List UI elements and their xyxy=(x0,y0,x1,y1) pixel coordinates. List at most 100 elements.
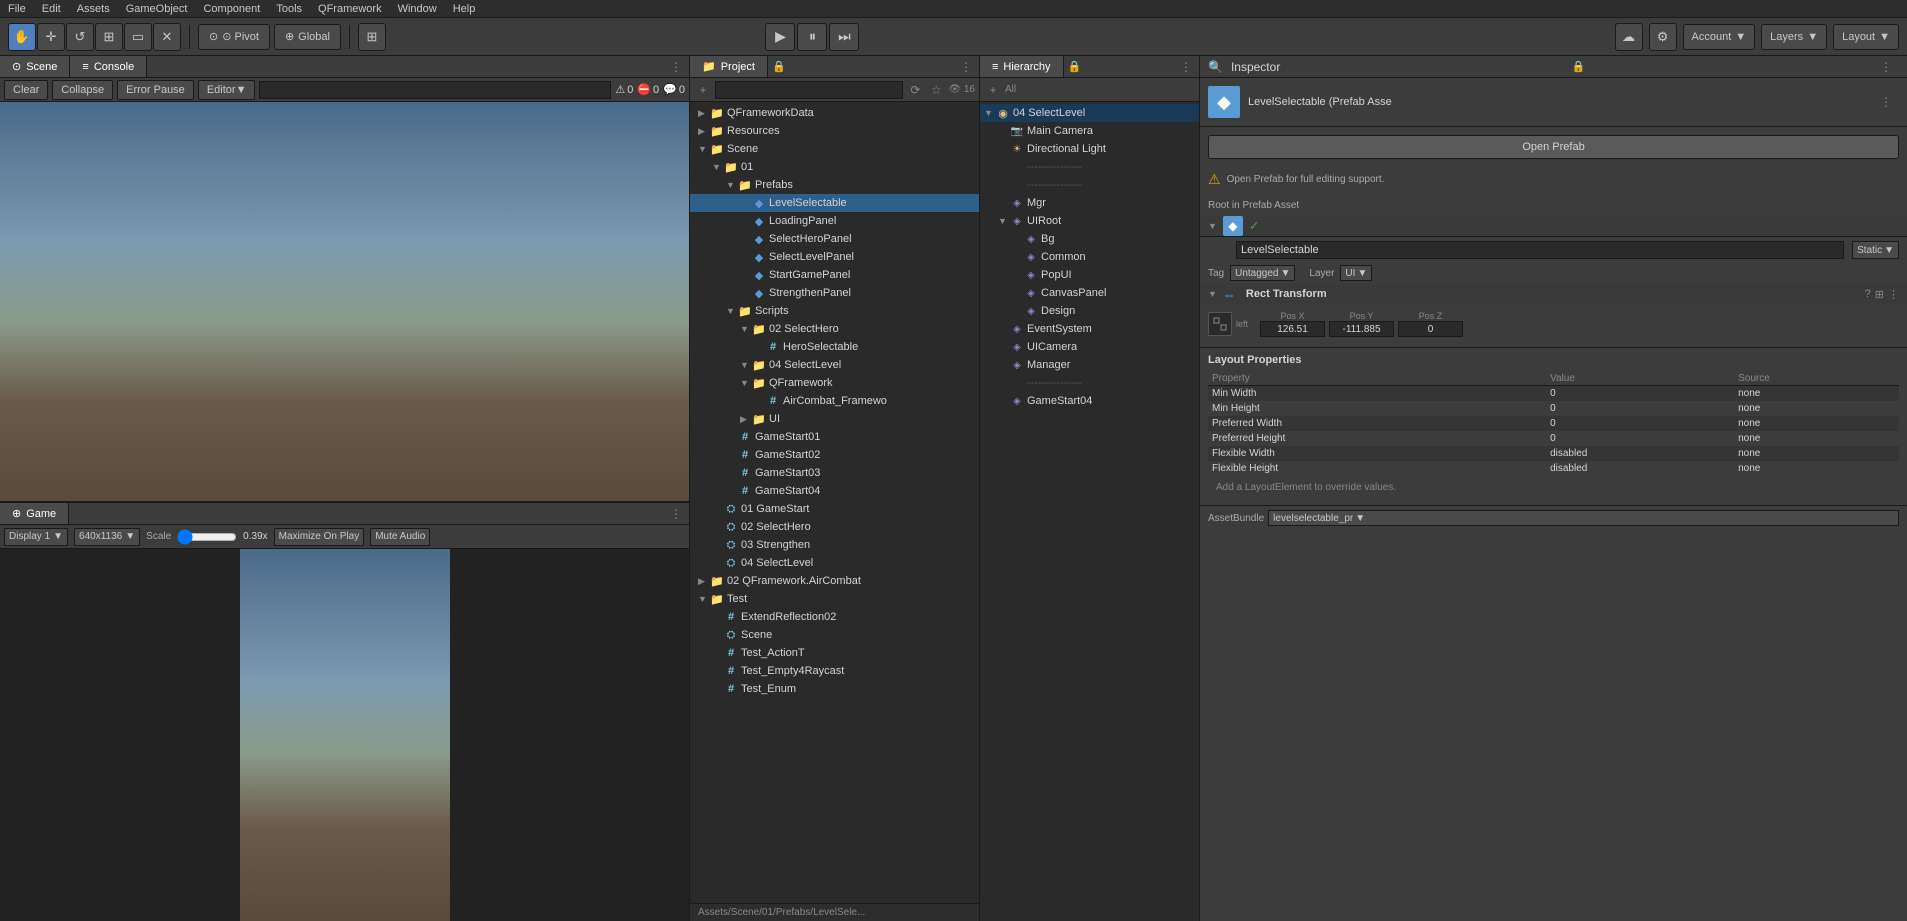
component-header[interactable]: ▼ ◆ ✓ xyxy=(1200,215,1907,237)
hierarchy-item-directionallight[interactable]: ☀Directional Light xyxy=(980,140,1199,158)
rect-menu-icon[interactable]: ⋮ xyxy=(1888,288,1899,301)
hierarchy-tree[interactable]: ▼◉04 SelectLevel📷Main Camera☀Directional… xyxy=(980,102,1199,921)
project-tree-item-03strengthen[interactable]: ⛭03 Strengthen xyxy=(690,536,979,554)
project-tree-item-scene2[interactable]: ⛭Scene xyxy=(690,626,979,644)
hierarchy-item-selectlevel[interactable]: ▼◉04 SelectLevel xyxy=(980,104,1199,122)
menu-qframework[interactable]: QFramework xyxy=(318,3,382,15)
pause-button[interactable]: ⏸ xyxy=(797,23,827,51)
tab-game[interactable]: ⊕ Game xyxy=(0,503,69,524)
hand-tool[interactable]: ✋ xyxy=(8,23,36,51)
hierarchy-item-uicamera[interactable]: ◈UICamera xyxy=(980,338,1199,356)
project-tree-item-prefabs[interactable]: ▼📁Prefabs xyxy=(690,176,979,194)
project-filter-btn[interactable]: ☆ xyxy=(927,81,945,99)
editor-button[interactable]: Editor ▼ xyxy=(198,80,256,100)
project-tree-item-scene[interactable]: ▼📁Scene xyxy=(690,140,979,158)
mute-btn[interactable]: Mute Audio xyxy=(370,528,430,546)
project-tree-item-qframeworkdata[interactable]: ▶📁QFrameworkData xyxy=(690,104,979,122)
open-prefab-button[interactable]: Open Prefab xyxy=(1208,135,1899,159)
object-menu-btn[interactable]: ⋮ xyxy=(1877,93,1895,111)
hierarchy-item-uiroot[interactable]: ▼◈UIRoot xyxy=(980,212,1199,230)
project-tree-item-heroselectable[interactable]: #HeroSelectable xyxy=(690,338,979,356)
rect-tool[interactable]: ▭ xyxy=(124,23,152,51)
menu-gameobject[interactable]: GameObject xyxy=(126,3,188,15)
hierarchy-item-gamestart04[interactable]: ◈GameStart04 xyxy=(980,392,1199,410)
hierarchy-item-maincamera[interactable]: 📷Main Camera xyxy=(980,122,1199,140)
project-tree-item-02selecthero[interactable]: ▼📁02 SelectHero xyxy=(690,320,979,338)
menu-edit[interactable]: Edit xyxy=(42,3,61,15)
hierarchy-item-design[interactable]: ◈Design xyxy=(980,302,1199,320)
pos-z-value[interactable]: 0 xyxy=(1398,321,1463,337)
project-tree-item-ui[interactable]: ▶📁UI xyxy=(690,410,979,428)
project-tree-item-resources[interactable]: ▶📁Resources xyxy=(690,122,979,140)
scale-slider[interactable] xyxy=(177,532,237,542)
hierarchy-lock-icon[interactable]: 🔒 xyxy=(1068,60,1082,73)
layer-dropdown[interactable]: UI ▼ xyxy=(1340,265,1372,281)
menu-help[interactable]: Help xyxy=(453,3,476,15)
project-tree-item-gamestart04[interactable]: #GameStart04 xyxy=(690,482,979,500)
tag-dropdown[interactable]: Untagged ▼ xyxy=(1230,265,1295,281)
all-label[interactable]: All xyxy=(1005,84,1016,95)
project-tree-item-04selectlevel[interactable]: ▼📁04 SelectLevel xyxy=(690,356,979,374)
maximize-btn[interactable]: Maximize On Play xyxy=(274,528,365,546)
layout-dropdown[interactable]: Layout ▼ xyxy=(1833,24,1899,50)
transform-tool[interactable]: ✕ xyxy=(153,23,181,51)
hierarchy-item-divider1[interactable]: --------------- xyxy=(980,158,1199,176)
project-tree-item-levelselectable[interactable]: ◆LevelSelectable xyxy=(690,194,979,212)
console-search-input[interactable] xyxy=(259,81,611,99)
project-add-btn[interactable]: + xyxy=(694,81,712,99)
pivot-button[interactable]: ⊙ ⊙ Pivot xyxy=(198,24,270,50)
project-tree-item-gamestart01[interactable]: #GameStart01 xyxy=(690,428,979,446)
project-tree-item-gamestart03[interactable]: #GameStart03 xyxy=(690,464,979,482)
pos-y-value[interactable]: -111.885 xyxy=(1329,321,1394,337)
project-sort-btn[interactable]: ⟳ xyxy=(906,81,924,99)
project-tree-item-selectlevelpanel[interactable]: ◆SelectLevelPanel xyxy=(690,248,979,266)
inspector-lock[interactable]: 🔒 xyxy=(1572,60,1586,73)
game-view[interactable] xyxy=(0,549,689,921)
hierarchy-add-btn[interactable]: + xyxy=(984,81,1002,99)
project-tree-item-strengthenpanel[interactable]: ◆StrengthenPanel xyxy=(690,284,979,302)
scale-tool[interactable]: ⊞ xyxy=(95,23,123,51)
project-tree-item-extendreflection02[interactable]: #ExtendReflection02 xyxy=(690,608,979,626)
collapse-button[interactable]: Collapse xyxy=(52,80,113,100)
object-name-input[interactable] xyxy=(1236,241,1844,259)
lock-icon[interactable]: 🔒 xyxy=(772,60,786,73)
project-tree-item-aircombat[interactable]: #AirCombat_Framewo xyxy=(690,392,979,410)
project-tree[interactable]: ▶📁QFrameworkData▶📁Resources▼📁Scene▼📁01▼📁… xyxy=(690,102,979,903)
menu-component[interactable]: Component xyxy=(203,3,260,15)
step-button[interactable]: ⏭ xyxy=(829,23,859,51)
hierarchy-item-divider3[interactable]: --------------- xyxy=(980,374,1199,392)
inspector-menu[interactable]: ⋮ xyxy=(1877,58,1895,76)
hierarchy-item-divider2[interactable]: --------------- xyxy=(980,176,1199,194)
tab-scene[interactable]: ⊙ Scene xyxy=(0,56,70,77)
settings-icon[interactable]: ⚙ xyxy=(1649,23,1677,51)
move-tool[interactable]: ✛ xyxy=(37,23,65,51)
project-tree-item-test_enum[interactable]: #Test_Enum xyxy=(690,680,979,698)
pos-x-value[interactable]: 126.51 xyxy=(1260,321,1325,337)
hierarchy-item-manager[interactable]: ◈Manager xyxy=(980,356,1199,374)
anchor-icon[interactable] xyxy=(1208,312,1232,336)
menu-assets[interactable]: Assets xyxy=(77,3,110,15)
project-search-input[interactable] xyxy=(715,81,903,99)
project-tree-item-startgamepanel[interactable]: ◆StartGamePanel xyxy=(690,266,979,284)
project-tree-item-01gamestart[interactable]: ⛭01 GameStart xyxy=(690,500,979,518)
menu-window[interactable]: Window xyxy=(398,3,437,15)
collab-icon[interactable]: ☁ xyxy=(1615,23,1643,51)
hierarchy-item-bg[interactable]: ◈Bg xyxy=(980,230,1199,248)
tab-hierarchy[interactable]: ≡ Hierarchy xyxy=(980,56,1064,77)
clear-button[interactable]: Clear xyxy=(4,80,48,100)
rect-transform-header[interactable]: ▼ ⇔ Rect Transform ? ⊞ ⋮ xyxy=(1200,283,1907,305)
project-tree-item-01[interactable]: ▼📁01 xyxy=(690,158,979,176)
rect-help-icon[interactable]: ? xyxy=(1865,288,1871,301)
project-tree-item-scripts[interactable]: ▼📁Scripts xyxy=(690,302,979,320)
project-tree-item-selectheropanel[interactable]: ◆SelectHeroPanel xyxy=(690,230,979,248)
project-tree-item-02selecthero2[interactable]: ⛭02 SelectHero xyxy=(690,518,979,536)
scene-view[interactable] xyxy=(0,102,689,501)
static-dropdown[interactable]: Static ▼ xyxy=(1852,241,1899,259)
menu-file[interactable]: File xyxy=(8,3,26,15)
project-tree-item-loadingpanel[interactable]: ◆LoadingPanel xyxy=(690,212,979,230)
scene-console-menu[interactable]: ⋮ xyxy=(667,58,685,76)
resolution-dropdown[interactable]: 640x1136 ▼ xyxy=(74,528,140,546)
project-tree-item-04selectlevel2[interactable]: ⛭04 SelectLevel xyxy=(690,554,979,572)
global-button[interactable]: ⊕ Global xyxy=(274,24,341,50)
menu-tools[interactable]: Tools xyxy=(276,3,302,15)
